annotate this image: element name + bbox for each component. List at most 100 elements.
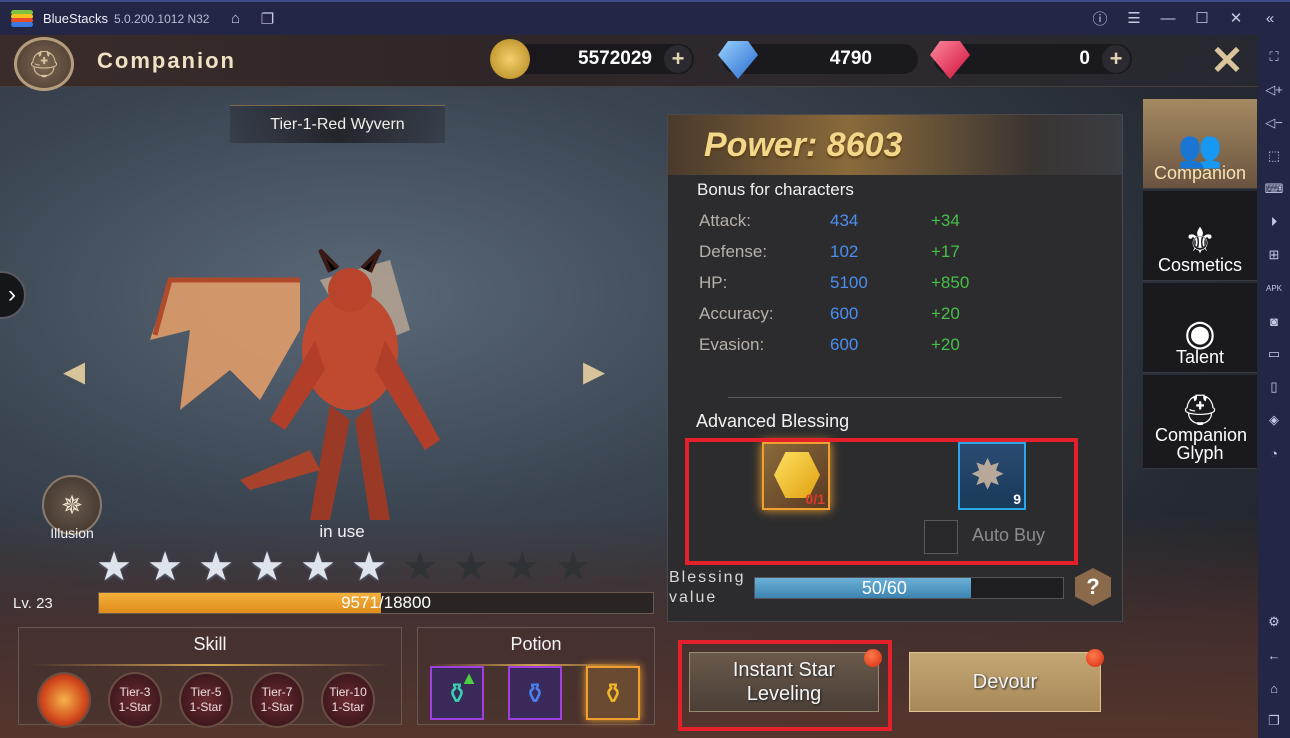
settings-icon[interactable]: ⚙ bbox=[1263, 611, 1285, 633]
stat-label: Accuracy: bbox=[699, 304, 774, 323]
spartan-helmet-icon: ⛑ bbox=[1180, 394, 1220, 427]
ruby-currency: 0 + bbox=[930, 41, 1132, 79]
minimize-icon[interactable]: — bbox=[1156, 6, 1180, 30]
diamond-currency: 4790 bbox=[718, 41, 918, 79]
stat-row: Accuracy: 600 +20 bbox=[699, 304, 999, 328]
fullscreen-icon[interactable]: ⛶ bbox=[1263, 46, 1285, 68]
recent-apps-icon[interactable]: ❐ bbox=[1263, 710, 1285, 732]
screenshot-icon[interactable]: ◙ bbox=[1263, 310, 1285, 332]
volume-down-icon[interactable]: ◁− bbox=[1263, 112, 1285, 134]
red-wyvern-model bbox=[150, 248, 440, 520]
stat-increase: +34 bbox=[931, 211, 960, 230]
auto-buy-checkbox[interactable] bbox=[924, 520, 958, 554]
keyboard-icon[interactable]: ⌨ bbox=[1263, 178, 1285, 200]
skill-fire[interactable] bbox=[37, 672, 91, 728]
potion-slot-teal[interactable]: ⚱ ▲ bbox=[430, 666, 484, 720]
tab-label: Companion Glyph bbox=[1155, 425, 1248, 463]
skill-locked[interactable]: Tier-3 1-Star bbox=[108, 672, 162, 728]
star-filled-icon: ★ bbox=[147, 545, 183, 589]
instant-star-leveling-highlight bbox=[678, 640, 892, 731]
tab-companion-glyph[interactable]: ⛑ Companion Glyph bbox=[1143, 375, 1257, 469]
star-filled-icon: ★ bbox=[198, 545, 234, 589]
star-filled-icon: ★ bbox=[300, 545, 336, 589]
level-label: Lv. 23 bbox=[13, 595, 53, 612]
stat-label: Defense: bbox=[699, 242, 768, 261]
bonus-title: Bonus for characters bbox=[697, 180, 854, 199]
star-filled-icon: ★ bbox=[351, 545, 387, 589]
home-icon[interactable]: ⌂ bbox=[223, 7, 247, 31]
tab-cosmetics[interactable]: ⚜ Cosmetics bbox=[1143, 191, 1257, 281]
close-panel-button[interactable]: ✕ bbox=[1204, 39, 1250, 83]
collapse-sidebar-icon[interactable]: « bbox=[1258, 6, 1282, 30]
stat-increase: +17 bbox=[931, 242, 960, 261]
stat-label: Attack: bbox=[699, 211, 751, 230]
star-empty-icon: ★ bbox=[453, 545, 489, 589]
previous-companion-arrow[interactable]: ◂ bbox=[54, 340, 94, 400]
bluestacks-logo-icon bbox=[11, 9, 33, 28]
blessing-progress-text: 50/60 bbox=[861, 577, 907, 598]
stat-increase: +20 bbox=[931, 304, 960, 323]
maximize-icon[interactable]: ☐ bbox=[1190, 6, 1214, 30]
install-apk-icon[interactable]: APK bbox=[1263, 277, 1285, 299]
potion-slot-gold[interactable]: ⚱ bbox=[586, 666, 640, 720]
stat-row: Defense: 102 +17 bbox=[699, 242, 999, 266]
gamepad-controls-icon[interactable]: ⊞ bbox=[1263, 244, 1285, 266]
ruby-amount: 0 bbox=[1079, 48, 1090, 69]
multi-instance-icon[interactable]: ❐ bbox=[255, 7, 279, 31]
tab-companion[interactable]: 👥 Companion bbox=[1143, 99, 1257, 189]
stat-value: 5100 bbox=[830, 273, 868, 292]
dragon-head-icon: ◉ bbox=[1184, 312, 1216, 353]
home-icon[interactable]: ⌂ bbox=[1263, 677, 1285, 699]
companion-name: Tier-1-Red Wyvern bbox=[230, 105, 445, 143]
stat-increase: +850 bbox=[931, 273, 970, 292]
auto-buy-label: Auto Buy bbox=[972, 525, 1046, 545]
tab-talent[interactable]: ◉ Talent bbox=[1143, 283, 1257, 373]
skill-label: Tier-3 1-Star bbox=[118, 685, 152, 714]
blessing-progress-bar: 50/60 bbox=[754, 577, 1064, 599]
next-companion-arrow[interactable]: ▸ bbox=[574, 340, 614, 400]
star-empty-icon: ★ bbox=[504, 545, 540, 589]
add-ruby-button[interactable]: + bbox=[1102, 45, 1130, 73]
gold-amount: 5572029 bbox=[578, 48, 652, 69]
skill-locked[interactable]: Tier-5 1-Star bbox=[179, 672, 233, 728]
stat-value: 600 bbox=[830, 335, 859, 354]
stat-value: 102 bbox=[830, 242, 859, 261]
rotate-icon[interactable]: ▯ bbox=[1263, 376, 1285, 398]
power-header: Power: 8603 bbox=[668, 115, 1122, 175]
volume-up-icon[interactable]: ◁+ bbox=[1263, 79, 1285, 101]
star-filled-icon: ★ bbox=[249, 545, 285, 589]
stat-value: 600 bbox=[830, 304, 859, 323]
potion-panel: Potion ⚱ ▲ ⚱ ⚱ bbox=[417, 627, 655, 725]
expand-menu-button[interactable]: › bbox=[0, 271, 26, 319]
window-titlebar: BlueStacks 5.0.200.1012 N32 ⌂ ❐ ⓘ ☰ — ☐ … bbox=[0, 0, 1290, 35]
star-empty-icon: ★ bbox=[555, 545, 591, 589]
gold-coin-icon bbox=[490, 39, 530, 79]
companion-helmet-icon: ⛑ bbox=[14, 37, 74, 91]
stat-row: HP: 5100 +850 bbox=[699, 273, 999, 297]
help-icon[interactable]: ⓘ bbox=[1088, 6, 1112, 30]
performance-icon[interactable]: ◔ bbox=[1263, 442, 1285, 464]
tab-label: Cosmetics bbox=[1157, 255, 1242, 275]
add-gold-button[interactable]: + bbox=[664, 45, 692, 73]
potion-slot-blue[interactable]: ⚱ bbox=[508, 666, 562, 720]
skill-locked[interactable]: Tier-10 1-Star bbox=[321, 672, 375, 728]
folder-icon[interactable]: ▭ bbox=[1263, 343, 1285, 365]
stat-row: Attack: 434 +34 bbox=[699, 211, 999, 235]
skill-label: Tier-7 1-Star bbox=[260, 685, 294, 714]
app-version: 5.0.200.1012 N32 bbox=[114, 11, 210, 26]
devour-button[interactable]: Devour bbox=[909, 649, 1104, 712]
skill-locked[interactable]: Tier-7 1-Star bbox=[250, 672, 304, 728]
star-rating: ★ ★ ★ ★ ★ ★ ★ ★ ★ ★ bbox=[94, 547, 593, 587]
advanced-blessing-title: Advanced Blessing bbox=[696, 411, 850, 431]
close-icon[interactable]: ✕ bbox=[1224, 6, 1248, 30]
multi-instance-stack-icon[interactable]: ◈ bbox=[1263, 409, 1285, 431]
in-use-status: in use bbox=[319, 522, 365, 541]
menu-icon[interactable]: ☰ bbox=[1122, 6, 1146, 30]
panel-divider bbox=[29, 664, 391, 666]
macro-record-icon[interactable]: ⏵ bbox=[1263, 211, 1285, 233]
pointer-icon[interactable]: ⬚ bbox=[1263, 145, 1285, 167]
skill-panel-title: Skill bbox=[193, 634, 227, 654]
angel-wings-icon: ⚜ bbox=[1183, 220, 1217, 261]
stat-increase: +20 bbox=[931, 335, 960, 354]
back-icon[interactable]: ← bbox=[1263, 644, 1285, 666]
